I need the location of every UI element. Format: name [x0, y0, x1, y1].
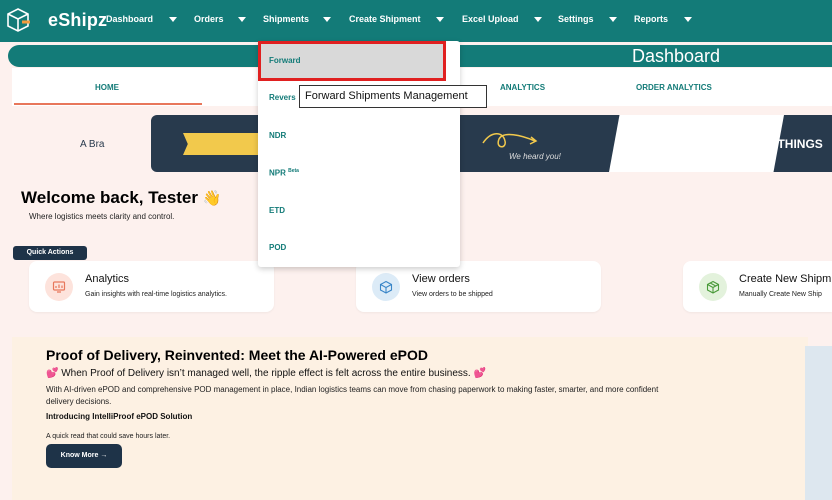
logo[interactable]: eShipz [4, 6, 108, 36]
nav-settings[interactable]: Settings [558, 14, 594, 24]
nav-orders[interactable]: Orders [194, 14, 224, 24]
arrow-squiggle-icon [482, 133, 538, 148]
top-navbar: eShipz Dashboard Orders Shipments Create… [0, 0, 832, 42]
sparkle-icon: 💕 [473, 368, 486, 379]
card-subtitle: View orders to be shipped [412, 291, 493, 298]
chevron-down-icon[interactable] [169, 17, 177, 22]
card-subtitle: Manually Create New Ship [739, 291, 822, 298]
promo-banner[interactable] [151, 115, 832, 172]
wave-emoji-icon: 👋 [202, 190, 222, 207]
tooltip: Forward Shipments Management [299, 85, 487, 108]
dropdown-item-pod[interactable]: POD [269, 243, 286, 252]
tab-order-analytics[interactable]: ORDER ANALYTICS [636, 83, 712, 92]
nav-reports[interactable]: Reports [634, 14, 668, 24]
chart-icon [45, 273, 73, 301]
beta-badge: Beta [288, 168, 299, 174]
card-title: View orders [412, 273, 470, 285]
quick-actions-label: Quick Actions [13, 246, 87, 260]
view-orders-card[interactable]: View orders View orders to be shipped [356, 261, 601, 312]
chevron-down-icon[interactable] [609, 17, 617, 22]
welcome-title: Welcome back, Tester [21, 188, 199, 207]
create-shipment-card[interactable]: Create New Shipm Manually Create New Shi… [683, 261, 832, 312]
welcome-subtitle: Where logistics meets clarity and contro… [29, 212, 175, 221]
sparkle-icon: 💕 [46, 368, 59, 379]
active-tab-indicator [14, 103, 202, 105]
sparkle-icon: ✦ [686, 127, 697, 141]
know-more-button[interactable]: Know More → [46, 444, 122, 468]
promo-image [805, 346, 832, 500]
promo-body: With AI-driven ePOD and comprehensive PO… [46, 385, 659, 406]
welcome-heading: Welcome back, Tester 👋 [21, 188, 221, 208]
analytics-card[interactable]: Analytics Gain insights with real-time l… [29, 261, 274, 312]
nav-create-shipment[interactable]: Create Shipment [349, 14, 421, 24]
banner-headline: GREAT THINGS [733, 137, 823, 151]
chevron-down-icon[interactable] [238, 17, 246, 22]
dropdown-item-forward-label[interactable]: Forward [269, 56, 301, 65]
box-icon [372, 273, 400, 301]
app-name: eShipz [48, 10, 108, 30]
nav-excel-upload[interactable]: Excel Upload [462, 14, 519, 24]
promo-quick-read: A quick read that could save hours later… [46, 433, 171, 440]
promo-intro: Introducing IntelliProof ePOD Solution [46, 412, 193, 421]
promo-title: Proof of Delivery, Reinvented: Meet the … [46, 347, 428, 363]
nav-shipments[interactable]: Shipments [263, 14, 309, 24]
chevron-down-icon[interactable] [323, 17, 331, 22]
page-title: Dashboard [632, 46, 721, 66]
chevron-down-icon[interactable] [436, 17, 444, 22]
dropdown-item-npr[interactable]: NPR Beta [269, 168, 299, 178]
promo-tagline: 💕 When Proof of Delivery isn’t managed w… [46, 368, 486, 379]
banner-heard-text: We heard you! [509, 152, 561, 161]
box-logo-icon [7, 8, 30, 32]
card-title: Create New Shipm [739, 273, 832, 285]
package-icon [699, 273, 727, 301]
chevron-down-icon[interactable] [534, 17, 542, 22]
banner-tag [183, 133, 263, 155]
card-subtitle: Gain insights with real-time logistics a… [85, 291, 227, 298]
dropdown-item-reverse[interactable]: Revers [269, 93, 296, 102]
card-title: Analytics [85, 273, 130, 285]
tab-home[interactable]: HOME [95, 83, 119, 92]
nav-dashboard[interactable]: Dashboard [106, 14, 153, 24]
banner-tag-text: A Bra [80, 139, 105, 150]
chevron-down-icon[interactable] [684, 17, 692, 22]
dropdown-item-etd[interactable]: ETD [269, 206, 285, 215]
dropdown-item-ndr[interactable]: NDR [269, 131, 286, 140]
tab-analytics[interactable]: ANALYTICS [500, 83, 545, 92]
